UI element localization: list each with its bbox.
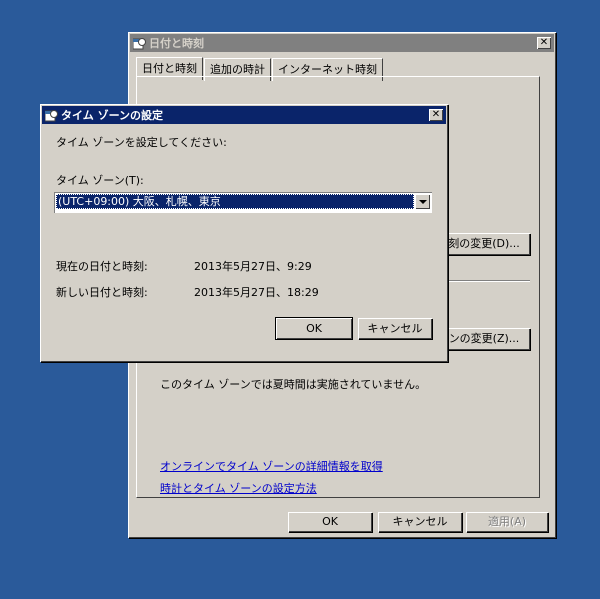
timezone-dialog: タイム ゾーンの設定 ✕ タイム ゾーンを設定してください: タイム ゾーン(T… [40,104,448,362]
change-datetime-button[interactable]: 刻の変更(D)... [438,233,530,255]
timezone-titlebar[interactable]: タイム ゾーンの設定 ✕ [42,106,446,124]
chevron-down-icon[interactable] [415,194,430,209]
timezone-help-link[interactable]: 時計とタイム ゾーンの設定方法 [160,480,317,496]
datetime-titlebar[interactable]: 日付と時刻 ✕ [130,34,554,52]
apply-button[interactable]: 適用(A) [466,512,548,532]
clock-calendar-icon [44,109,58,122]
timezone-label: タイム ゾーン(T): [56,174,144,187]
timezone-dialog-title: タイム ゾーンの設定 [61,109,164,122]
close-icon[interactable]: ✕ [429,109,443,121]
new-datetime-label: 新しい日付と時刻: [56,286,148,299]
datetime-title: 日付と時刻 [149,37,204,50]
divider [438,280,530,282]
clock-calendar-icon [132,37,146,50]
dst-notice: このタイム ゾーンでは夏時間は実施されていません。 [160,378,427,391]
timezone-selected-value: (UTC+09:00) 大阪、札幌、東京 [56,194,414,209]
new-datetime-value: 2013年5月27日、18:29 [194,286,319,299]
dialog-ok-button[interactable]: OK [275,317,353,340]
cancel-button[interactable]: キャンセル [378,512,462,532]
dialog-cancel-button[interactable]: キャンセル [358,318,432,339]
current-datetime-value: 2013年5月27日、9:29 [194,260,312,273]
timezone-dropdown[interactable]: (UTC+09:00) 大阪、札幌、東京 [54,192,432,213]
current-datetime-label: 現在の日付と時刻: [56,260,148,273]
instruction-text: タイム ゾーンを設定してください: [56,136,227,149]
online-timezone-link[interactable]: オンラインでタイム ゾーンの詳細情報を取得 [160,458,383,474]
change-timezone-button[interactable]: ンの変更(Z)... [438,328,530,350]
close-icon[interactable]: ✕ [537,37,551,49]
ok-button[interactable]: OK [288,512,372,532]
